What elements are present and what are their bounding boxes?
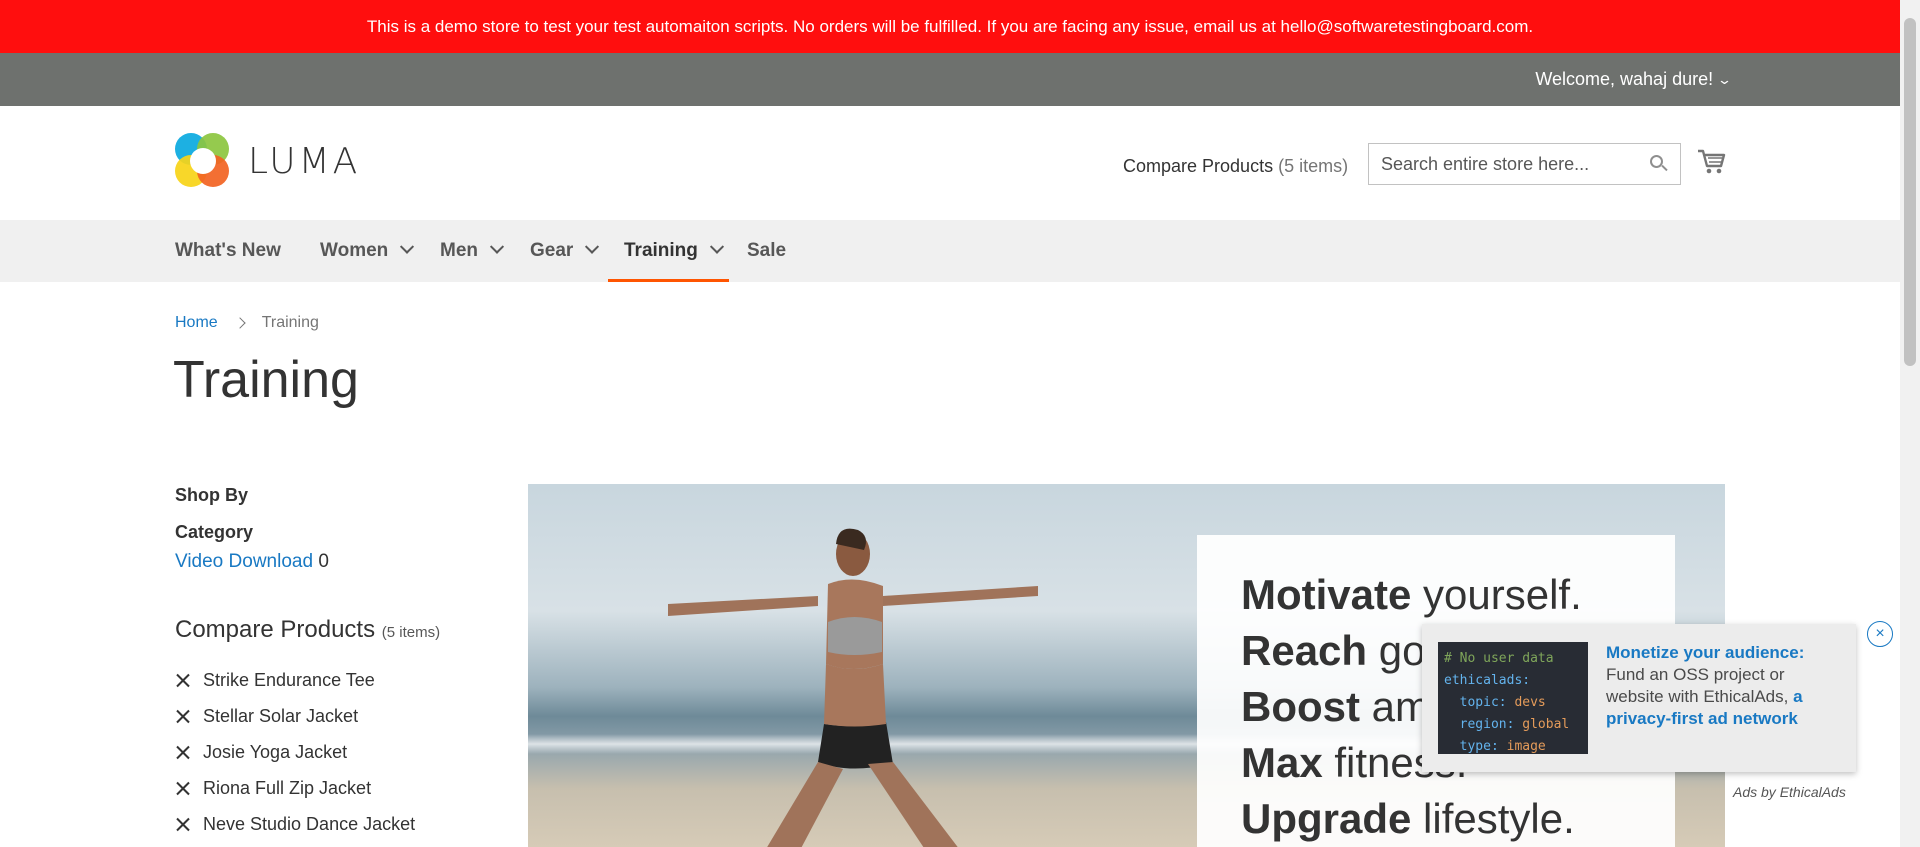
nav-item-women[interactable]: Women — [320, 220, 415, 282]
close-icon[interactable]: × — [1867, 621, 1893, 647]
ad-headline: Monetize your audience: — [1606, 643, 1805, 662]
ethicalads-popup[interactable]: # No user data ethicalads: topic: devs r… — [1422, 624, 1856, 772]
page-title: Training — [173, 351, 359, 409]
nav-item-training[interactable]: Training — [608, 220, 729, 282]
search-input[interactable] — [1381, 153, 1650, 175]
remove-icon[interactable] — [176, 745, 190, 759]
chevron-down-icon: ⌄ — [1716, 71, 1733, 87]
compare-item-link[interactable]: Riona Full Zip Jacket — [203, 778, 371, 799]
customer-welcome-menu[interactable]: Welcome, wahaj dure! ⌄ — [1535, 53, 1733, 106]
search-icon[interactable] — [1650, 155, 1668, 173]
filter-option-count: 0 — [318, 551, 329, 572]
demo-store-banner: This is a demo store to test your test a… — [0, 0, 1900, 53]
scrollbar[interactable] — [1900, 0, 1920, 847]
logo-text: LUMA — [248, 140, 361, 182]
nav-label: Men — [440, 240, 478, 261]
compare-item-link[interactable]: Strike Endurance Tee — [203, 670, 375, 691]
breadcrumb-home-link[interactable]: Home — [175, 314, 218, 332]
top-bar: Welcome, wahaj dure! ⌄ — [0, 53, 1900, 106]
scrollbar-thumb[interactable] — [1904, 18, 1916, 366]
hero-line: Motivate yourself. — [1241, 571, 1582, 618]
shop-by-heading: Shop By — [175, 485, 249, 505]
chevron-down-icon — [489, 239, 505, 254]
list-item: Neve Studio Dance Jacket — [175, 806, 505, 842]
compare-list: Strike Endurance Tee Stellar Solar Jacke… — [175, 662, 505, 842]
list-item: Josie Yoga Jacket — [175, 734, 505, 770]
main-navigation: What's New Women Men Gear Training Sale — [0, 220, 1900, 282]
remove-icon[interactable] — [176, 709, 190, 723]
remove-icon[interactable] — [176, 673, 190, 687]
chevron-down-icon — [709, 239, 724, 254]
compare-label: Compare Products — [1123, 156, 1274, 176]
header-compare-products-link[interactable]: Compare Products (5 items) — [1123, 156, 1348, 177]
luma-logo[interactable]: LUMA — [175, 133, 360, 189]
sidebar-compare-heading: Compare Products (5 items) — [175, 616, 505, 644]
nav-item-sale[interactable]: Sale — [747, 220, 786, 282]
ad-text[interactable]: Monetize your audience: Fund an OSS proj… — [1606, 642, 1842, 730]
hero-image-woman-yoga — [668, 528, 1038, 847]
shopping-cart-icon[interactable] — [1697, 146, 1727, 176]
nav-label: Women — [320, 240, 389, 261]
compare-title: Compare Products — [175, 616, 376, 643]
filter-option[interactable]: Video Download 0 — [175, 551, 505, 573]
compare-count: (5 items) — [1278, 156, 1349, 176]
welcome-text: Welcome, wahaj dure! — [1535, 69, 1714, 89]
chevron-down-icon — [585, 239, 600, 254]
compare-item-link[interactable]: Stellar Solar Jacket — [203, 706, 358, 727]
nav-label: Training — [624, 240, 698, 261]
search-box — [1368, 143, 1681, 185]
filter-option-label[interactable]: Video Download — [175, 551, 313, 572]
nav-label: What's New — [175, 240, 281, 261]
breadcrumb: Home Training — [175, 314, 319, 332]
list-item: Stellar Solar Jacket — [175, 698, 505, 734]
nav-item-men[interactable]: Men — [440, 220, 505, 282]
nav-item-gear[interactable]: Gear — [530, 220, 600, 282]
category-filter-title[interactable]: Category — [175, 522, 505, 543]
page-header: LUMA Compare Products (5 items) — [0, 106, 1900, 220]
list-item: Strike Endurance Tee — [175, 662, 505, 698]
ad-body: Fund an OSS project or website with Ethi… — [1606, 665, 1789, 706]
breadcrumb-current: Training — [261, 314, 319, 331]
chevron-right-icon — [234, 317, 246, 329]
nav-label: Sale — [747, 240, 787, 261]
luma-logo-icon — [175, 133, 231, 189]
ad-footer[interactable]: Ads by EthicalAds — [1733, 784, 1846, 800]
ad-code-image: # No user data ethicalads: topic: devs r… — [1438, 642, 1588, 754]
remove-icon[interactable] — [176, 781, 190, 795]
compare-item-link[interactable]: Josie Yoga Jacket — [203, 742, 347, 763]
compare-item-link[interactable]: Neve Studio Dance Jacket — [203, 814, 415, 835]
hero-line: Upgrade lifestyle. — [1241, 795, 1575, 842]
remove-icon[interactable] — [176, 817, 190, 831]
sidebar: Shop By Category Video Download 0 Compar… — [175, 485, 505, 842]
nav-item-whats-new[interactable]: What's New — [175, 220, 281, 282]
nav-label: Gear — [530, 240, 574, 261]
compare-count: (5 items) — [381, 624, 441, 641]
list-item: Riona Full Zip Jacket — [175, 770, 505, 806]
chevron-down-icon — [400, 239, 415, 254]
